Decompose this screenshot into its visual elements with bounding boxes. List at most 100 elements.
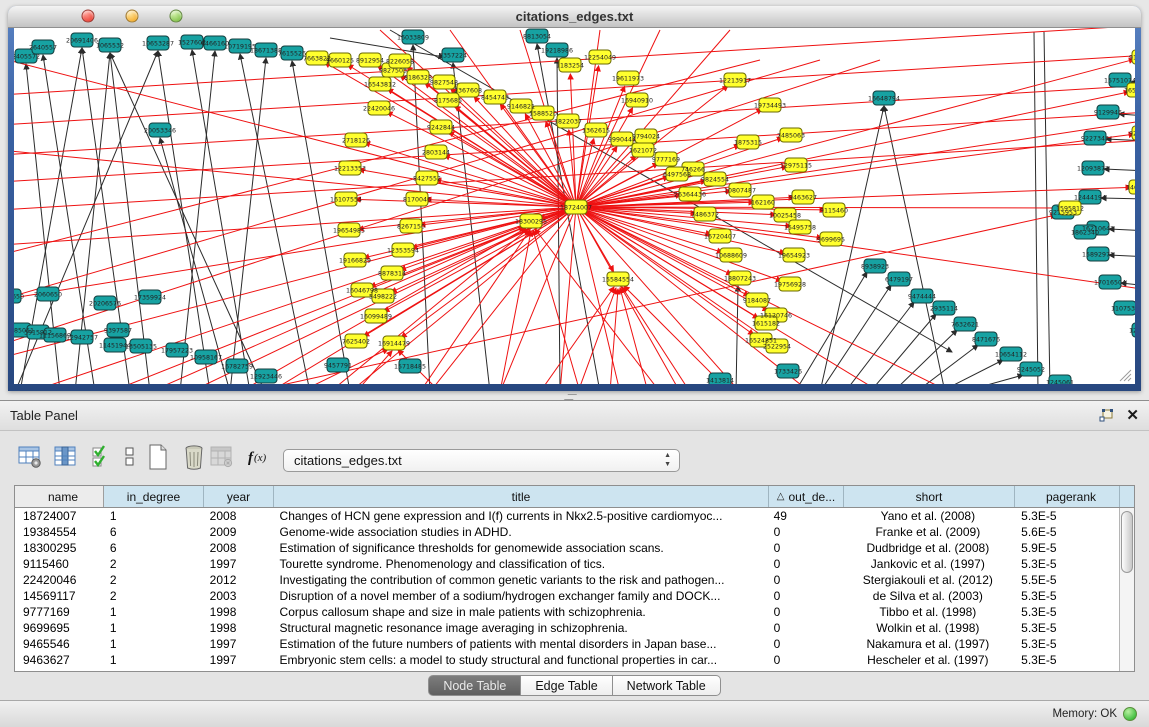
graph-node[interactable] xyxy=(339,161,361,175)
graph-node[interactable] xyxy=(1079,190,1101,204)
graph-node[interactable] xyxy=(779,277,801,291)
tab-edge-table[interactable]: Edge Table xyxy=(521,675,612,696)
graph-node[interactable] xyxy=(226,359,248,373)
tab-node-table[interactable]: Node Table xyxy=(428,675,521,696)
graph-node[interactable] xyxy=(694,207,716,221)
graph-node[interactable] xyxy=(766,339,788,353)
graph-node[interactable] xyxy=(626,93,648,107)
graph-node[interactable] xyxy=(400,219,422,233)
column-header-name[interactable]: name xyxy=(15,486,104,507)
function-builder-button[interactable]: f (x) xyxy=(246,443,274,471)
graph-node[interactable] xyxy=(520,214,542,228)
graph-node[interactable] xyxy=(729,183,751,197)
graph-node[interactable] xyxy=(888,272,910,286)
graph-node[interactable] xyxy=(71,33,93,47)
graph-node[interactable] xyxy=(655,152,677,166)
table-row[interactable]: 2242004622012Investigating the contribut… xyxy=(15,572,1119,588)
select-all-button[interactable] xyxy=(88,443,116,471)
graph-node[interactable] xyxy=(679,187,701,201)
graph-node[interactable] xyxy=(437,93,459,107)
graph-node[interactable] xyxy=(327,358,349,372)
graph-node[interactable] xyxy=(746,293,768,307)
show-column-button[interactable] xyxy=(52,443,80,471)
graph-node[interactable] xyxy=(433,75,455,89)
graph-node[interactable] xyxy=(526,29,548,43)
graph-node[interactable] xyxy=(709,229,731,243)
table-row[interactable]: 946554611997Estimation of the future num… xyxy=(15,636,1119,652)
table-row[interactable]: 1938455462009Genome-wide association stu… xyxy=(15,524,1119,540)
graph-node[interactable] xyxy=(724,73,746,87)
graph-node[interactable] xyxy=(338,223,360,237)
graph-node[interactable] xyxy=(585,123,607,137)
graph-node[interactable] xyxy=(611,132,633,146)
column-header-year[interactable]: year xyxy=(204,486,274,507)
graph-node[interactable] xyxy=(666,167,688,181)
vertical-scrollbar[interactable] xyxy=(1119,508,1134,671)
graph-node[interactable] xyxy=(229,39,251,53)
graph-node[interactable] xyxy=(1127,83,1135,97)
table-chooser-dropdown[interactable]: citations_edges.txt ▲▼ xyxy=(283,449,680,472)
graph-node[interactable] xyxy=(383,336,405,350)
graph-node[interactable] xyxy=(632,143,654,157)
graph-node[interactable] xyxy=(32,40,54,54)
graph-node[interactable] xyxy=(783,248,805,262)
graph-node[interactable] xyxy=(864,259,886,273)
table-row[interactable]: 911546021997Tourette syndrome. Phenomeno… xyxy=(15,556,1119,572)
graph-node[interactable] xyxy=(777,364,799,378)
column-header-title[interactable]: title xyxy=(274,486,769,507)
graph-node[interactable] xyxy=(720,248,742,262)
graph-node[interactable] xyxy=(823,203,845,217)
float-panel-icon[interactable] xyxy=(1098,408,1115,424)
graph-node[interactable] xyxy=(399,359,421,373)
graph-node[interactable] xyxy=(709,373,731,384)
graph-node[interactable] xyxy=(14,289,21,303)
graph-node[interactable] xyxy=(368,101,390,115)
graph-node[interactable] xyxy=(565,200,587,214)
row-height-button[interactable] xyxy=(116,443,144,471)
graph-node[interactable] xyxy=(204,36,226,50)
graph-node[interactable] xyxy=(785,158,807,172)
table-row[interactable]: 1872400712008Changes of HCN gene express… xyxy=(15,508,1119,524)
graph-node[interactable] xyxy=(954,317,976,331)
tab-network-table[interactable]: Network Table xyxy=(613,675,721,696)
graph-node[interactable] xyxy=(406,192,428,206)
table-row[interactable]: 977716911998Corpus callosum shape and si… xyxy=(15,604,1119,620)
graph-node[interactable] xyxy=(442,48,464,62)
graph-node[interactable] xyxy=(532,106,554,120)
graph-node[interactable] xyxy=(94,296,116,310)
graph-node[interactable] xyxy=(559,58,581,72)
graph-node[interactable] xyxy=(1020,362,1042,376)
graph-node[interactable] xyxy=(975,332,997,346)
graph-node[interactable] xyxy=(329,53,351,67)
graph-node[interactable] xyxy=(510,99,532,113)
table-row[interactable]: 946362711997Embryonic stem cells: a mode… xyxy=(15,652,1119,668)
graph-node[interactable] xyxy=(255,369,277,383)
close-panel-icon[interactable]: ✕ xyxy=(1126,406,1139,424)
graph-node[interactable] xyxy=(104,338,126,352)
graph-node[interactable] xyxy=(389,54,411,68)
graph-node[interactable] xyxy=(130,339,152,353)
graph-node[interactable] xyxy=(1059,201,1081,215)
graph-node[interactable] xyxy=(345,334,367,348)
graph-node[interactable] xyxy=(1114,301,1135,315)
graph-node[interactable] xyxy=(635,129,657,143)
window-title-bar[interactable]: citations_edges.txt xyxy=(8,6,1141,28)
network-view-canvas[interactable]: 2405572264055720691406106553210653287152… xyxy=(14,28,1135,384)
graph-node[interactable] xyxy=(457,83,479,97)
memory-ok-indicator[interactable] xyxy=(1123,707,1137,721)
table-row[interactable]: 969969511998Structural magnetic resonanc… xyxy=(15,620,1119,636)
graph-node[interactable] xyxy=(752,195,774,209)
citation-network-graph[interactable]: 2405572264055720691406106553210653287152… xyxy=(14,28,1135,384)
graph-node[interactable] xyxy=(392,243,414,257)
table-settings-button[interactable] xyxy=(16,443,44,471)
graph-node[interactable] xyxy=(147,36,169,50)
column-header-short[interactable]: short xyxy=(844,486,1015,507)
table-row[interactable]: 1456911722003Disruption of a novel membe… xyxy=(15,588,1119,604)
graph-node[interactable] xyxy=(557,114,579,128)
graph-node[interactable] xyxy=(369,77,391,91)
graph-node[interactable] xyxy=(729,271,751,285)
graph-node[interactable] xyxy=(99,38,121,52)
graph-node[interactable] xyxy=(359,53,381,67)
graph-node[interactable] xyxy=(71,330,93,344)
graph-node[interactable] xyxy=(1132,50,1135,64)
